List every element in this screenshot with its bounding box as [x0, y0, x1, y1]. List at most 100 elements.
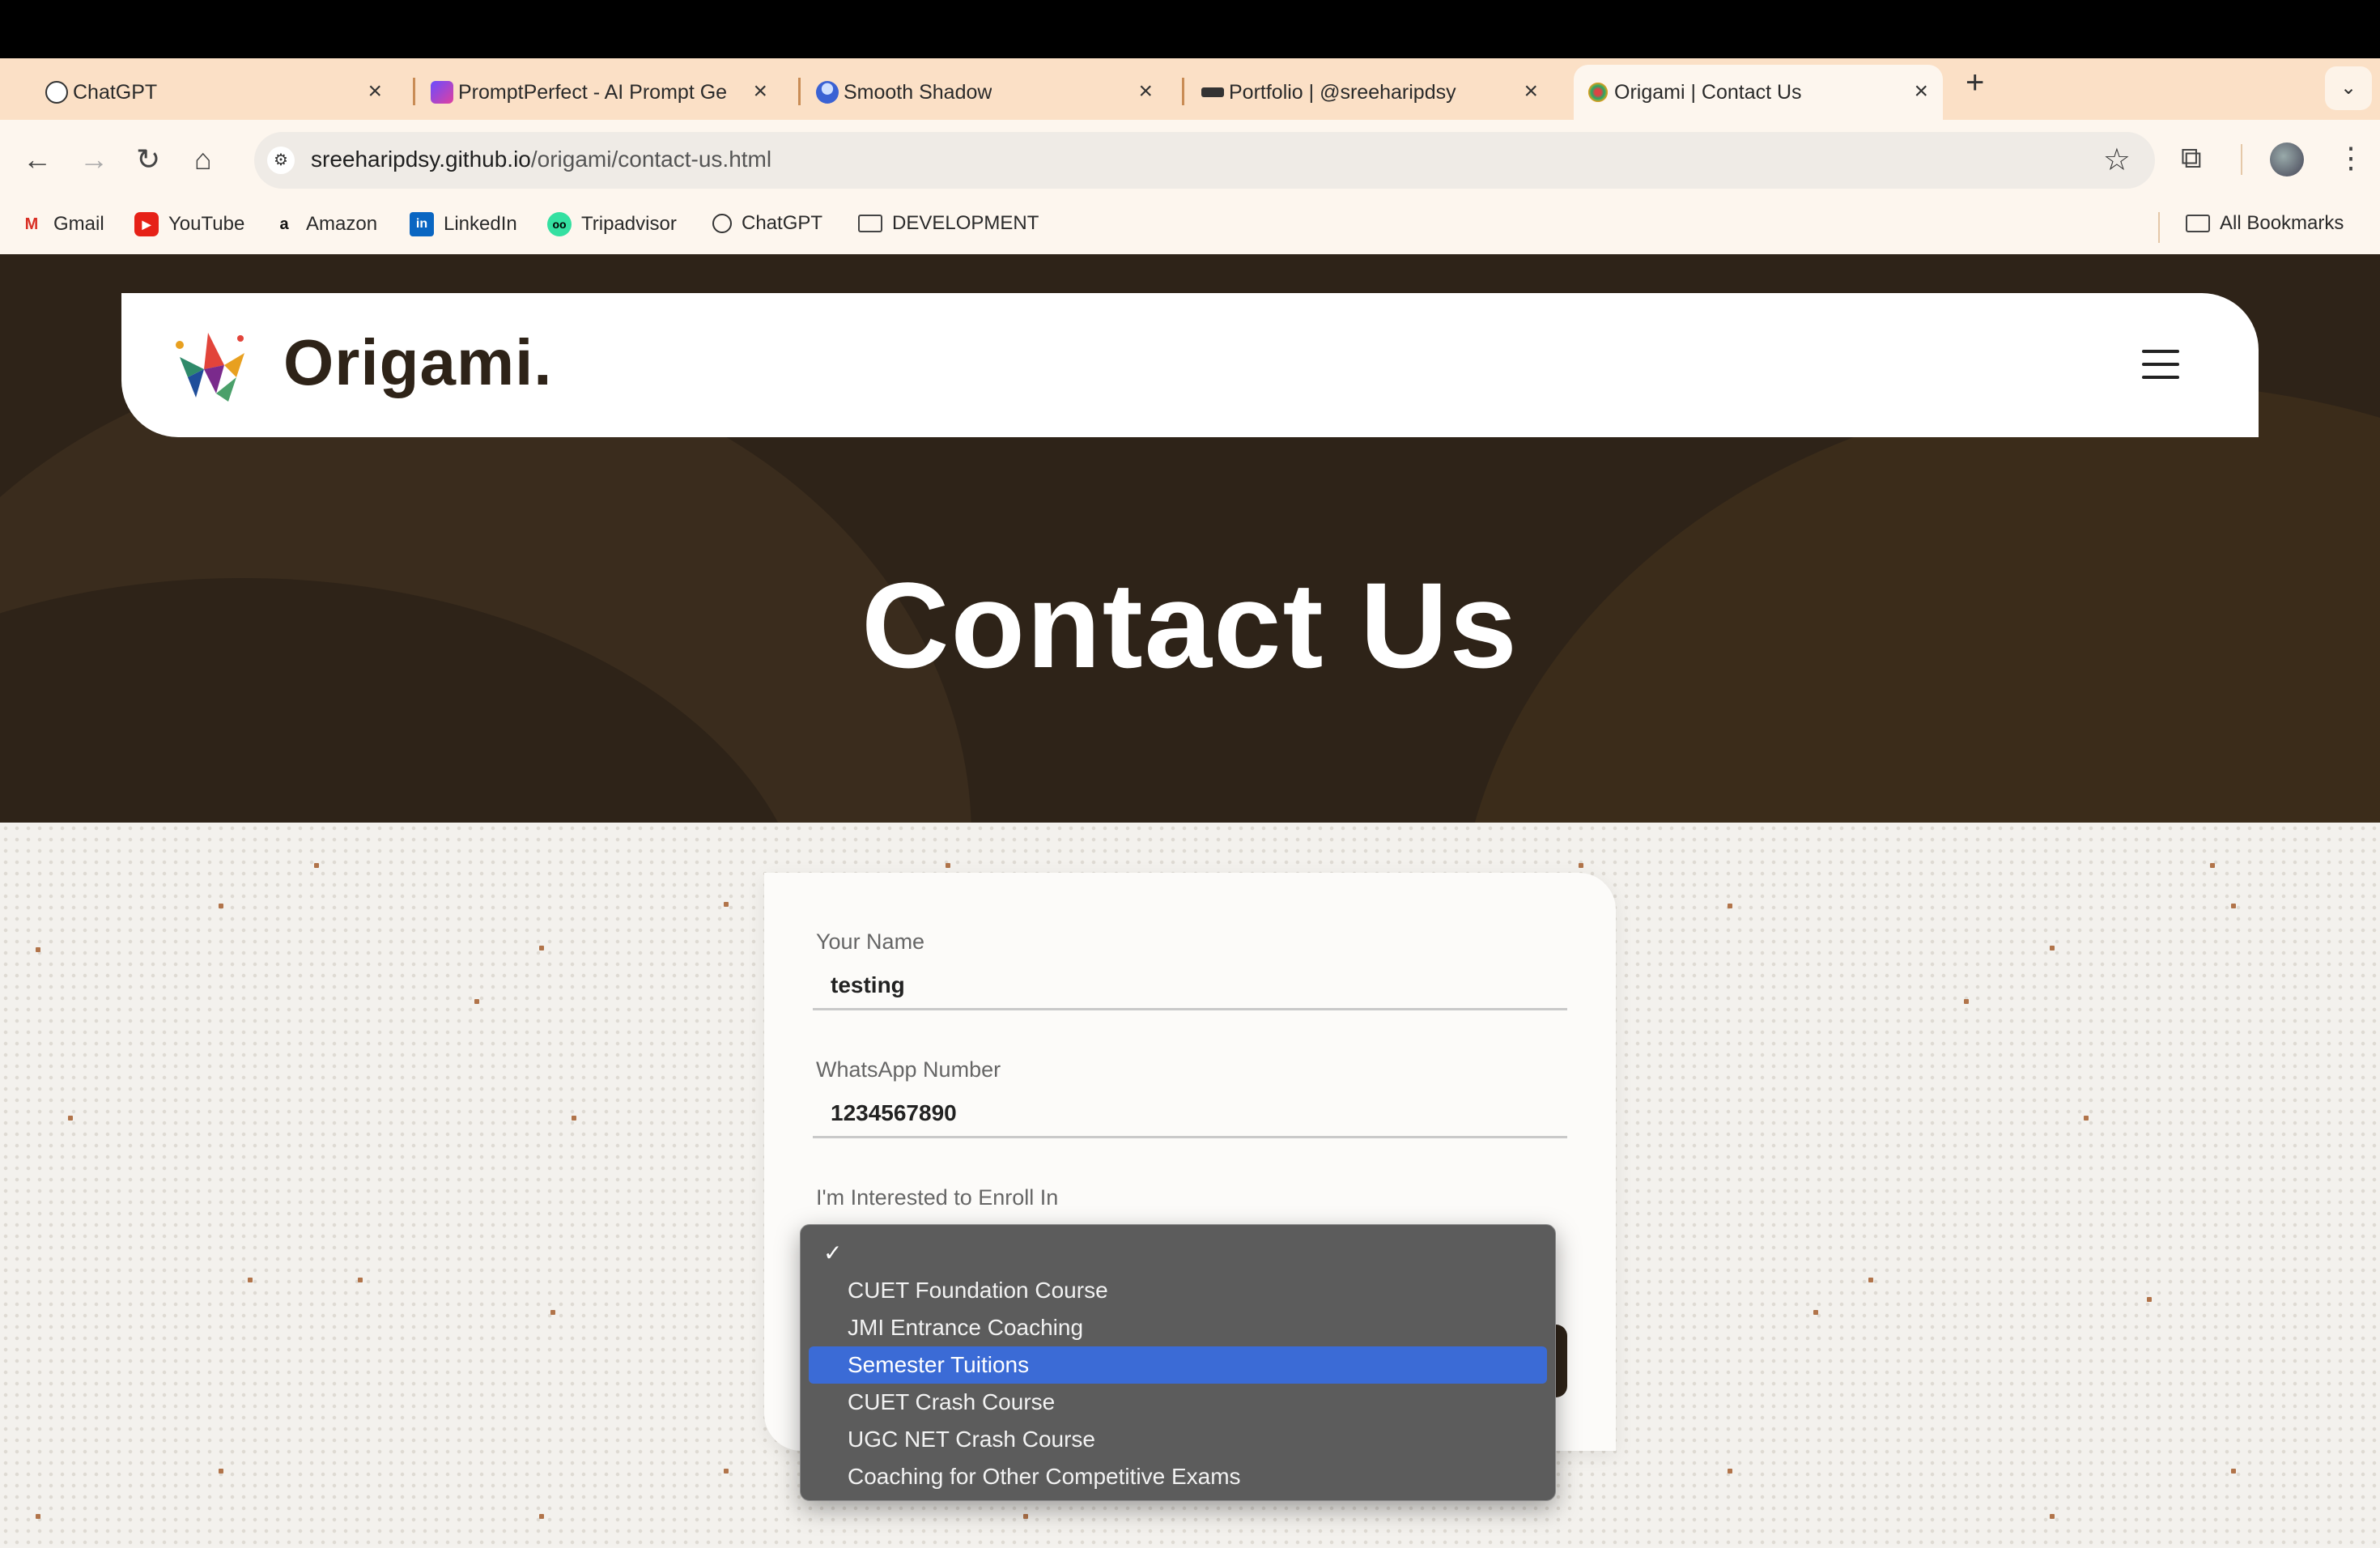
close-tab-icon[interactable]: ×	[1524, 78, 1538, 105]
whatsapp-number-field[interactable]	[813, 1090, 1567, 1138]
bookmark-tripadvisor[interactable]: oo Tripadvisor	[547, 212, 677, 236]
decor-dot	[539, 946, 544, 950]
profile-avatar[interactable]	[2270, 142, 2304, 176]
toolbar-divider	[2241, 144, 2242, 175]
decor-dot	[2210, 863, 2215, 868]
tab-title: PromptPerfect - AI Prompt Ge	[458, 80, 728, 104]
tab-separator	[798, 78, 801, 105]
origami-bird-logo[interactable]	[164, 321, 253, 410]
bookmark-amazon[interactable]: a Amazon	[272, 212, 377, 236]
name-label: Your Name	[816, 929, 925, 954]
tab-title: Smooth Shadow	[844, 80, 992, 104]
folder-icon	[2186, 215, 2210, 232]
dropdown-option[interactable]: Coaching for Other Competitive Exams	[809, 1458, 1547, 1495]
portfolio-icon	[1201, 87, 1224, 97]
site-settings-icon[interactable]: ⚙	[267, 147, 295, 174]
decor-dot	[68, 1116, 73, 1121]
option-label: UGC NET Crash Course	[848, 1427, 1096, 1452]
decor-dot	[1579, 863, 1583, 868]
dropdown-option[interactable]: JMI Entrance Coaching	[809, 1309, 1547, 1346]
decor-dot	[358, 1278, 363, 1282]
folder-icon	[858, 215, 882, 232]
tab-separator	[1182, 78, 1184, 105]
checkmark-icon: ✓	[823, 1240, 843, 1265]
decor-dot	[2084, 1116, 2089, 1121]
tripadvisor-icon: oo	[547, 212, 572, 236]
decor-dot	[248, 1278, 253, 1282]
enroll-label: I'm Interested to Enroll In	[816, 1185, 1059, 1210]
decor-dot	[36, 947, 40, 952]
all-bookmarks[interactable]: All Bookmarks	[2186, 212, 2344, 235]
bookmark-label: Tripadvisor	[581, 213, 677, 235]
enroll-course-dropdown[interactable]: ✓ CUET Foundation Course JMI Entrance Co…	[800, 1224, 1556, 1501]
back-arrow-icon[interactable]: ←	[23, 142, 52, 176]
tab-search-chevron-icon[interactable]: ⌄	[2325, 66, 2372, 110]
address-bar[interactable]: ⚙ sreeharipdsy.github.io/origami/contact…	[254, 132, 2155, 189]
decor-dot	[2050, 1514, 2055, 1519]
close-tab-icon[interactable]: ×	[1914, 78, 1928, 105]
all-bookmarks-label: All Bookmarks	[2220, 212, 2344, 234]
option-label: JMI Entrance Coaching	[848, 1315, 1084, 1340]
tab-chatgpt[interactable]: ChatGPT ×	[32, 65, 397, 120]
decor-dot	[219, 1469, 223, 1474]
tab-promptperfect[interactable]: PromptPerfect - AI Prompt Ge ×	[418, 65, 782, 120]
dropdown-option[interactable]: UGC NET Crash Course	[809, 1421, 1547, 1458]
decor-dot	[1964, 999, 1969, 1004]
dropdown-option-highlighted[interactable]: Semester Tuitions	[809, 1346, 1547, 1384]
bookmark-label: Gmail	[53, 213, 104, 235]
bookmark-youtube[interactable]: ▶ YouTube	[134, 212, 244, 236]
tab-smooth-shadow[interactable]: Smooth Shadow ×	[803, 65, 1167, 120]
decor-dot	[946, 863, 950, 868]
url-text: sreeharipdsy.github.io/origami/contact-u…	[311, 147, 771, 172]
bookmarks-bar: M Gmail ▶ YouTube a Amazon in LinkedIn o…	[0, 201, 2380, 254]
decor-dot	[1868, 1278, 1873, 1282]
bookmark-gmail[interactable]: M Gmail	[19, 212, 104, 236]
close-tab-icon[interactable]: ×	[368, 78, 382, 105]
decor-dot	[2050, 946, 2055, 950]
url-path: /origami/contact-us.html	[530, 147, 772, 172]
forward-arrow-icon[interactable]: →	[79, 142, 108, 176]
bookmark-star-icon[interactable]: ☆	[2103, 142, 2131, 178]
tab-title: Origami | Contact Us	[1614, 80, 1802, 104]
hero-section: Origami. Contact Us	[0, 254, 2380, 823]
new-tab-plus-icon[interactable]: +	[1966, 65, 1984, 101]
bookmark-label: YouTube	[168, 213, 245, 235]
bookmark-label: LinkedIn	[444, 213, 517, 235]
site-navbar: Origami.	[121, 293, 2259, 437]
extensions-puzzle-icon[interactable]: ⧉	[2181, 141, 2202, 176]
brand-name[interactable]: Origami.	[283, 325, 553, 400]
home-icon[interactable]: ⌂	[194, 142, 212, 176]
bookmark-chatgpt[interactable]: ChatGPT	[712, 212, 822, 235]
dropdown-option-empty[interactable]: ✓	[809, 1235, 1547, 1272]
system-menu-bar	[0, 0, 2380, 58]
kebab-menu-icon[interactable]: ⋮	[2336, 141, 2365, 175]
gmail-icon: M	[24, 215, 39, 233]
option-label: Semester Tuitions	[848, 1352, 1030, 1377]
decor-dot	[724, 1469, 729, 1474]
tab-title: Portfolio | @sreeharipdsy	[1229, 80, 1456, 104]
option-label: CUET Crash Course	[848, 1389, 1056, 1414]
smooth-shadow-icon	[816, 81, 839, 104]
hamburger-menu-icon[interactable]	[2142, 350, 2179, 379]
decor-dot	[1728, 904, 1732, 908]
reload-icon[interactable]: ↻	[136, 142, 160, 176]
dropdown-option[interactable]: CUET Crash Course	[809, 1384, 1547, 1421]
bookmark-development[interactable]: DEVELOPMENT	[858, 212, 1039, 235]
bookmark-label: Amazon	[306, 213, 378, 235]
name-field[interactable]	[813, 962, 1567, 1010]
decor-dot	[539, 1514, 544, 1519]
decor-dot	[314, 863, 319, 868]
close-tab-icon[interactable]: ×	[1138, 78, 1153, 105]
bookmark-linkedin[interactable]: in LinkedIn	[410, 212, 517, 236]
decor-dot	[36, 1514, 40, 1519]
option-label: CUET Foundation Course	[848, 1278, 1108, 1303]
tab-origami-contact[interactable]: Origami | Contact Us ×	[1574, 65, 1943, 120]
decor-dot	[474, 999, 479, 1004]
tab-portfolio[interactable]: Portfolio | @sreeharipdsy ×	[1188, 65, 1553, 120]
chatgpt-icon	[712, 214, 732, 233]
close-tab-icon[interactable]: ×	[753, 78, 767, 105]
origami-icon	[1587, 81, 1609, 104]
dropdown-option[interactable]: CUET Foundation Course	[809, 1272, 1547, 1309]
decor-dot	[219, 904, 223, 908]
browser-toolbar: ← → ↻ ⌂ ⚙ sreeharipdsy.github.io/origami…	[0, 120, 2380, 201]
